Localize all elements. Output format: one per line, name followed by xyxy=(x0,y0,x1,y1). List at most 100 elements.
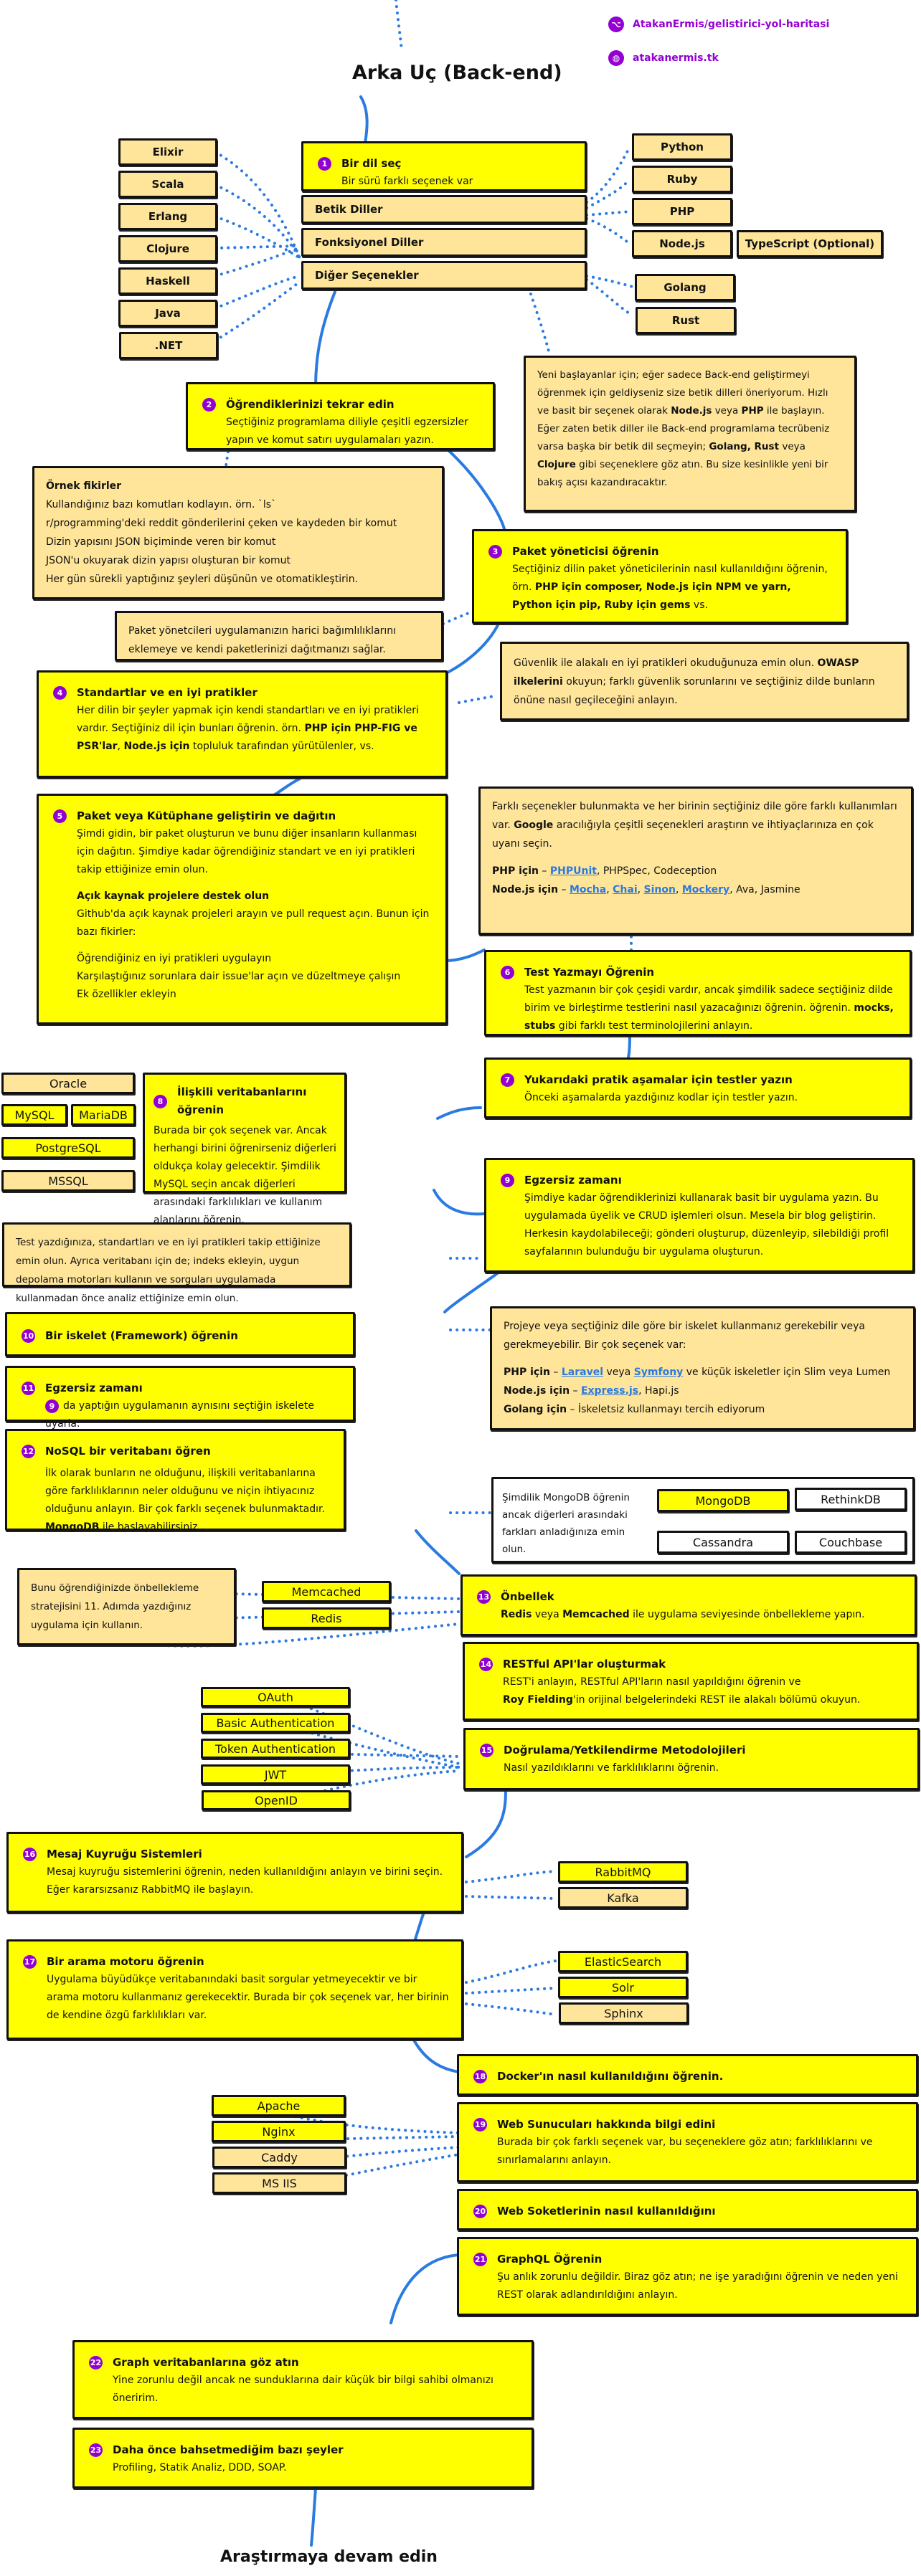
lang-nodejs[interactable]: Node.js xyxy=(632,230,732,257)
step-19[interactable]: 19 Web Sunucuları hakkında bilgi edini Bu… xyxy=(457,2102,918,2182)
step-20[interactable]: 20 Web Soketlerinin nasıl kullanıldığını xyxy=(457,2189,918,2230)
lang-ruby[interactable]: Ruby xyxy=(632,166,732,193)
auth-token[interactable]: Token Authentication xyxy=(201,1739,350,1759)
note-text: veya xyxy=(712,405,742,417)
lang-typescript[interactable]: TypeScript (Optional) xyxy=(737,230,883,257)
db-couchbase[interactable]: Couchbase xyxy=(795,1531,907,1554)
idea-item: Öğrendiğiniz en iyi pratikleri uygulayın xyxy=(77,953,272,964)
link-expressjs[interactable]: Express.js xyxy=(581,1385,638,1397)
db-mariadb[interactable]: MariaDB xyxy=(71,1104,136,1126)
link-mockery[interactable]: Mockery xyxy=(682,884,729,895)
idea-item: JSON'u okuyarak dizin yapısı oluşturan b… xyxy=(46,555,291,566)
category-functional[interactable]: Fonksiyonel Diller xyxy=(301,228,587,257)
link-symfony[interactable]: Symfony xyxy=(634,1367,684,1378)
step-title: Yukarıdaki pratik aşamalar için testler … xyxy=(524,1073,793,1086)
lang-java[interactable]: Java xyxy=(118,300,217,327)
category-other[interactable]: Diğer Seçenekler xyxy=(301,261,587,290)
step-number-badge: 22 xyxy=(89,2356,103,2370)
step-22[interactable]: 22 Graph veritabanlarına göz atın Yine zo… xyxy=(72,2340,534,2419)
server-msiis[interactable]: MS IIS xyxy=(212,2172,346,2194)
note-security: Güvenlik ile alakalı en iyi pratikleri o… xyxy=(500,642,909,721)
step-6[interactable]: 6 Test Yazmayı Öğrenin Test yazmanın bir … xyxy=(484,950,912,1036)
note-text: gibi seçeneklere göz atın. Bu size kesin… xyxy=(537,459,828,488)
auth-jwt[interactable]: JWT xyxy=(201,1764,350,1784)
step-14[interactable]: 14 RESTful API'lar oluşturmak REST'i anla… xyxy=(463,1642,919,1721)
step-21[interactable]: 21 GraphQL Öğrenin Şu anlık zorunlu değil… xyxy=(457,2237,918,2316)
queue-kafka[interactable]: Kafka xyxy=(558,1887,688,1909)
step-13[interactable]: 13 Önbellek Redis veya Memcached ile uygu… xyxy=(461,1574,917,1636)
lang-erlang[interactable]: Erlang xyxy=(118,203,217,230)
lang-scala[interactable]: Scala xyxy=(118,171,217,198)
auth-oauth[interactable]: OAuth xyxy=(201,1687,350,1707)
step-bold: Redis xyxy=(501,1609,532,1620)
search-solr[interactable]: Solr xyxy=(558,1977,688,1998)
lang-rust[interactable]: Rust xyxy=(636,307,736,334)
db-mongodb[interactable]: MongoDB xyxy=(657,1489,789,1512)
step-1[interactable]: 1 Bir dil seç Bir sürü farklı seçenek var xyxy=(301,141,587,191)
lang-elixir[interactable]: Elixir xyxy=(118,138,217,166)
path-step3-step4 xyxy=(443,622,500,675)
server-nginx[interactable]: Nginx xyxy=(212,2121,346,2142)
step-4[interactable]: 4 Standartlar ve en iyi pratikler Her dil… xyxy=(37,670,448,778)
step-5[interactable]: 5 Paket veya Kütüphane geliştirin ve dağı… xyxy=(37,794,448,1025)
step-12[interactable]: 12 NoSQL bir veritabanı öğren İlk olarak … xyxy=(5,1429,346,1533)
node-testing-line: Node.js için – Mocha, Chai, Sinon, Mocke… xyxy=(492,884,800,895)
lang-haskell[interactable]: Haskell xyxy=(118,267,217,295)
lang-php[interactable]: PHP xyxy=(632,198,732,225)
category-scripting[interactable]: Betik Diller xyxy=(301,195,587,224)
link-chai[interactable]: Chai xyxy=(613,884,638,895)
step-11[interactable]: 11 Egzersiz zamanı 9 da yaptığın uygulaman… xyxy=(5,1366,355,1430)
step-3[interactable]: 3 Paket yöneticisi öğrenin Seçtiğiniz dil… xyxy=(472,529,848,624)
step-10[interactable]: 10 Bir iskelet (Framework) öğrenin xyxy=(5,1312,355,1356)
db-mysql[interactable]: MySQL xyxy=(1,1104,67,1126)
line-label: Node.js için xyxy=(504,1385,570,1397)
step-number-badge: 20 xyxy=(473,2205,487,2218)
link-sinon[interactable]: Sinon xyxy=(644,884,676,895)
note-framework: Projeye veya seçtiğiniz dile göre bir is… xyxy=(490,1306,915,1430)
queue-rabbitmq[interactable]: RabbitMQ xyxy=(558,1861,688,1883)
auth-basic[interactable]: Basic Authentication xyxy=(201,1713,350,1733)
idea-item: r/programming'deki reddit gönderilerini … xyxy=(46,518,397,529)
step-15[interactable]: 15 Doğrulama/Yetkilendirme Metodolojileri… xyxy=(463,1728,920,1790)
server-apache[interactable]: Apache xyxy=(212,2095,346,2116)
step-23[interactable]: 23 Daha önce bahsetmediğim bazı şeyler Pr… xyxy=(72,2428,534,2489)
step-7[interactable]: 7 Yukarıdaki pratik aşamalar için testler… xyxy=(484,1058,912,1118)
search-sphinx[interactable]: Sphinx xyxy=(559,2002,689,2024)
website-link[interactable]: ◍ atakanermis.tk xyxy=(608,50,719,66)
cache-redis[interactable]: Redis xyxy=(262,1607,391,1629)
db-postgresql[interactable]: PostgreSQL xyxy=(1,1137,135,1159)
link-mocha[interactable]: Mocha xyxy=(570,884,606,895)
step-text: 'in orijinal belgelerindeki REST ile ala… xyxy=(572,1694,861,1706)
step-number-badge: 3 xyxy=(488,545,502,559)
dash: – xyxy=(549,1367,562,1378)
server-caddy[interactable]: Caddy xyxy=(212,2147,346,2168)
dot-kafka xyxy=(465,1895,557,1900)
idea-item: Karşılaştığınız sorunlara dair issue'lar… xyxy=(77,971,401,982)
note-text: veya xyxy=(779,441,806,452)
note-cache: Bunu öğrendiğinizde önbellekleme stratej… xyxy=(17,1568,236,1645)
dot-java xyxy=(214,275,301,310)
step-title: Bir arama motoru öğrenin xyxy=(47,1955,204,1968)
link-phpunit[interactable]: PHPUnit xyxy=(550,865,597,877)
step-18[interactable]: 18 Docker'ın nasıl kullanıldığını öğrenin… xyxy=(457,2054,918,2096)
db-oracle[interactable]: Oracle xyxy=(1,1073,135,1094)
step-9[interactable]: 9 Egzersiz zamanı Şimdiye kadar öğrendikl… xyxy=(484,1158,915,1273)
search-elasticsearch[interactable]: ElasticSearch xyxy=(558,1951,688,1972)
lang-clojure[interactable]: Clojure xyxy=(118,235,217,262)
step-2[interactable]: 2 Öğrendiklerinizi tekrar edin Seçtiğiniz… xyxy=(186,382,495,450)
db-cassandra[interactable]: Cassandra xyxy=(657,1531,789,1554)
step-16[interactable]: 16 Mesaj Kuyruğu Sistemleri Mesaj kuyruğu… xyxy=(6,1832,463,1913)
link-laravel[interactable]: Laravel xyxy=(562,1367,603,1378)
step-8[interactable]: 8 İlişkili veritabanlarını öğrenin Burada… xyxy=(143,1073,346,1226)
cache-memcached[interactable]: Memcached xyxy=(262,1581,391,1602)
step-number-badge: 21 xyxy=(473,2253,487,2266)
lang-golang[interactable]: Golang xyxy=(635,274,735,301)
lang-dotnet[interactable]: .NET xyxy=(119,332,218,359)
step-17[interactable]: 17 Bir arama motoru öğrenin Uygulama büyü… xyxy=(6,1939,463,2040)
auth-openid[interactable]: OpenID xyxy=(202,1790,351,1810)
lang-python[interactable]: Python xyxy=(632,133,732,161)
dash: – xyxy=(570,1385,581,1397)
db-rethinkdb[interactable]: RethinkDB xyxy=(795,1488,907,1511)
db-mssql[interactable]: MSSQL xyxy=(1,1170,135,1192)
github-link[interactable]: ⌥ AtakanErmis/gelistirici-yol-haritasi xyxy=(608,16,829,32)
